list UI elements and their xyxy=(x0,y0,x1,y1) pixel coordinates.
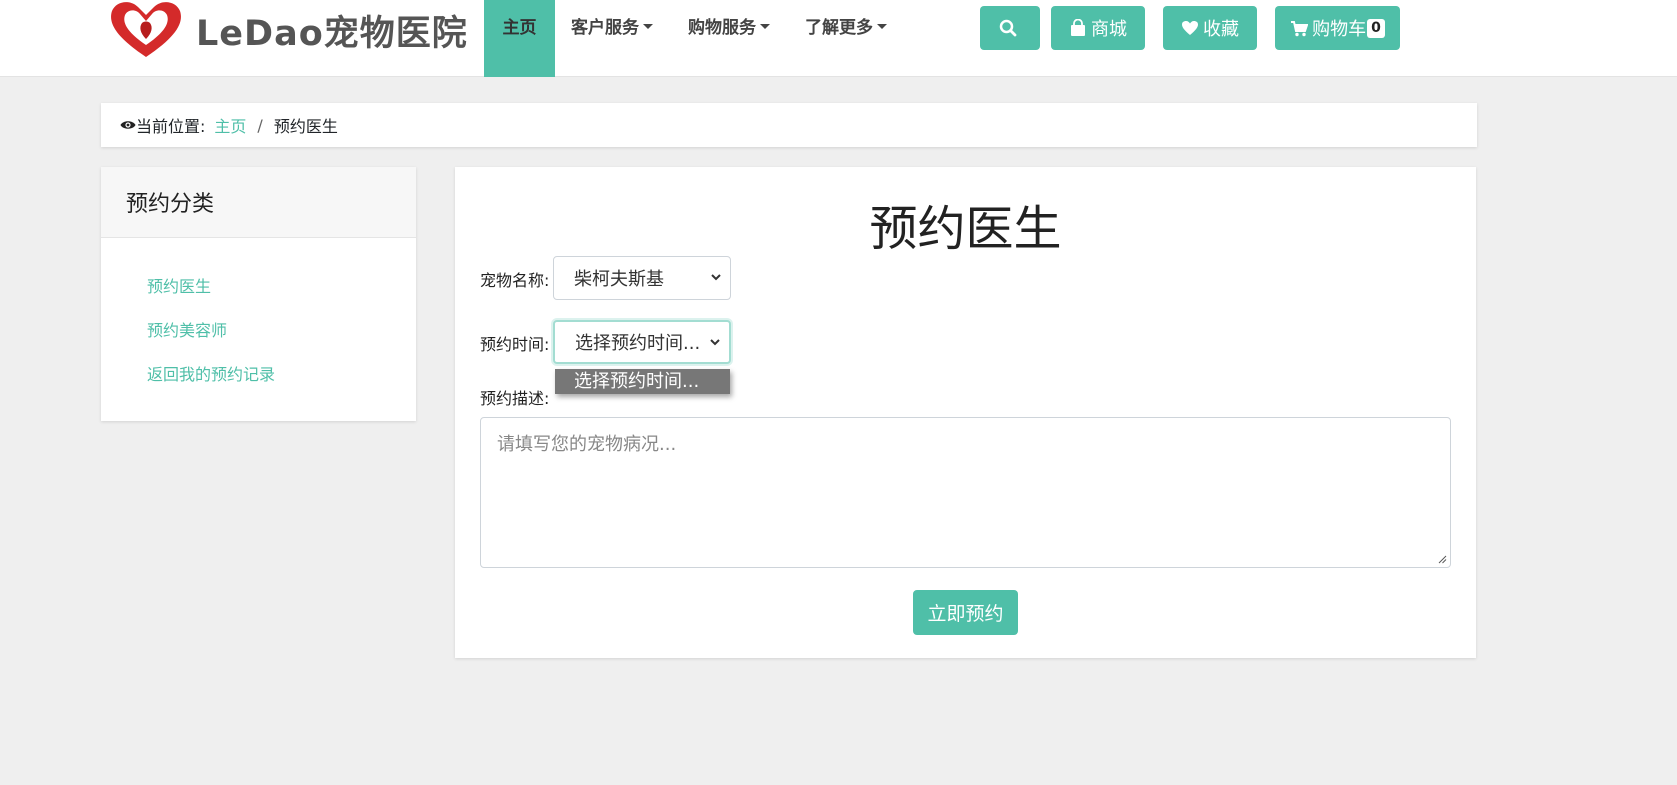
nav-home[interactable]: 主页 xyxy=(484,0,555,77)
cart-count-badge: 0 xyxy=(1367,18,1385,38)
shopping-bag-icon xyxy=(1071,19,1085,36)
submit-appointment-button[interactable]: 立即预约 xyxy=(913,590,1018,635)
nav-learn-more[interactable]: 了解更多 xyxy=(805,0,887,77)
nav-customer-service[interactable]: 客户服务 xyxy=(571,0,653,77)
cart-button[interactable]: 购物车 0 xyxy=(1275,6,1400,50)
eye-icon xyxy=(120,121,136,129)
pet-name-label: 宠物名称: xyxy=(480,271,550,290)
sidebar-item-my-records[interactable]: 返回我的预约记录 xyxy=(147,361,275,385)
resize-handle-icon[interactable] xyxy=(1437,554,1447,564)
heart-logo-icon xyxy=(111,2,181,58)
appointment-time-label: 预约时间: xyxy=(480,335,550,354)
cart-icon xyxy=(1291,20,1309,36)
caret-down-icon xyxy=(643,24,653,29)
nav-learn-more-label: 了解更多 xyxy=(805,18,873,38)
sidebar-item-book-doctor[interactable]: 预约医生 xyxy=(147,273,211,297)
breadcrumb-current: 预约医生 xyxy=(273,117,338,136)
chevron-down-icon xyxy=(711,274,721,281)
top-navbar: LeDao宠物医院 主页 客户服务 购物服务 了解更多 商城 收藏 购物车 0 xyxy=(0,0,1677,77)
shop-button[interactable]: 商城 xyxy=(1051,6,1145,50)
breadcrumb-home-link[interactable]: 主页 xyxy=(214,113,246,137)
nav-home-label: 主页 xyxy=(502,18,537,38)
appointment-time-value: 选择预约时间... xyxy=(575,333,701,354)
pet-name-select[interactable]: 柴柯夫斯基 xyxy=(553,256,731,300)
breadcrumb: 当前位置: 主页 / 预约医生 xyxy=(101,103,1477,147)
time-dropdown-option[interactable]: 选择预约时间... xyxy=(555,369,730,394)
heart-icon xyxy=(1182,21,1198,35)
brand-logo[interactable]: LeDao宠物医院 xyxy=(106,0,468,60)
description-textarea[interactable]: 请填写您的宠物病况... xyxy=(480,417,1451,568)
pet-name-value: 柴柯夫斯基 xyxy=(574,269,664,290)
chevron-down-icon xyxy=(710,339,720,346)
description-placeholder: 请填写您的宠物病况... xyxy=(497,434,677,455)
nav-shopping-service[interactable]: 购物服务 xyxy=(688,0,770,77)
breadcrumb-separator: / xyxy=(257,115,263,135)
appointment-time-select[interactable]: 选择预约时间... xyxy=(553,320,731,364)
search-icon xyxy=(999,19,1017,37)
brand-name: LeDao宠物医院 xyxy=(196,13,468,54)
page-title: 预约医生 xyxy=(869,201,1062,257)
favorites-label: 收藏 xyxy=(1203,19,1239,40)
shop-label: 商城 xyxy=(1091,19,1127,40)
appointment-form-card: 预约医生 宠物名称: 柴柯夫斯基 预约时间: 选择预约时间... 预约描述: 请… xyxy=(455,167,1476,658)
favorites-button[interactable]: 收藏 xyxy=(1163,6,1257,50)
caret-down-icon xyxy=(760,24,770,29)
breadcrumb-prefix: 当前位置: xyxy=(136,117,206,136)
sidebar-item-book-groomer[interactable]: 预约美容师 xyxy=(147,317,227,341)
caret-down-icon xyxy=(877,24,887,29)
nav-shopping-service-label: 购物服务 xyxy=(688,18,756,38)
description-label: 预约描述: xyxy=(480,389,550,408)
nav-customer-service-label: 客户服务 xyxy=(571,18,639,38)
search-button[interactable] xyxy=(980,6,1040,50)
sidebar-title: 预约分类 xyxy=(101,167,416,238)
appointment-category-panel: 预约分类 预约医生 预约美容师 返回我的预约记录 xyxy=(101,167,416,421)
cart-label: 购物车 xyxy=(1312,19,1367,40)
